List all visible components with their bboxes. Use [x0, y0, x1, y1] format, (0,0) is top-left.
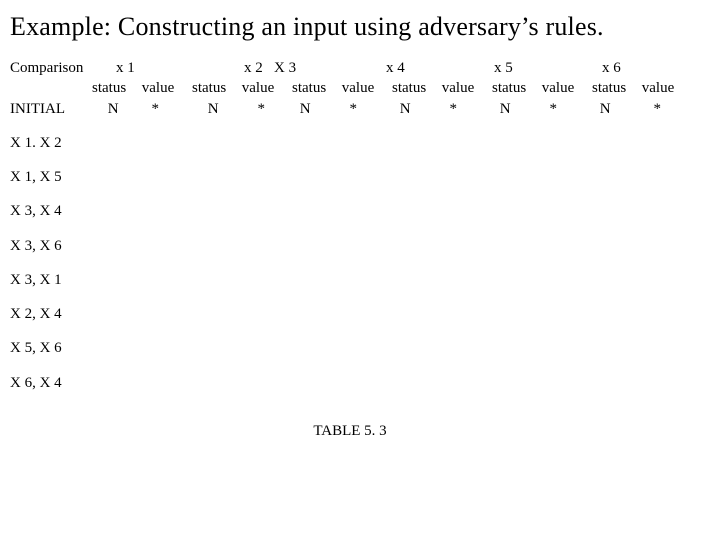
value-header: value	[542, 78, 588, 98]
status-header: status	[92, 78, 138, 98]
col-x4: x 4	[386, 58, 494, 78]
table-row: X 3, X 1	[10, 270, 710, 290]
header-row-1: Comparison x 1 x 2 X 3 x 4 x 5 x 6	[10, 58, 710, 78]
value-header: value	[142, 78, 188, 98]
table-row: X 2, X 4	[10, 304, 710, 324]
initial-label: INITIAL	[10, 99, 92, 119]
col-x6: x 6	[602, 58, 621, 78]
status-header: status	[392, 78, 438, 98]
header-row-2: status value status value status value s…	[10, 78, 710, 98]
cell-value: *	[350, 99, 390, 119]
cell-status: N	[300, 99, 346, 119]
page-title: Example: Constructing an input using adv…	[10, 12, 710, 42]
value-header: value	[242, 78, 288, 98]
col-x2: x 2	[244, 58, 274, 78]
value-header: value	[442, 78, 488, 98]
cell-value: *	[550, 99, 590, 119]
table-row: X 3, X 4	[10, 201, 710, 221]
comparison-header: Comparison	[10, 58, 92, 78]
cell-value: *	[654, 99, 674, 119]
status-header: status	[592, 78, 638, 98]
table-row: X 1, X 5	[10, 167, 710, 187]
value-header: value	[642, 78, 688, 98]
cell-status: N	[600, 99, 650, 119]
table-row: X 1. X 2	[10, 133, 710, 153]
value-header: value	[342, 78, 388, 98]
cell-value: *	[258, 99, 290, 119]
cell-status: N	[108, 99, 148, 119]
table-row: X 3, X 6	[10, 236, 710, 256]
cell-value: *	[450, 99, 490, 119]
col-x1: x 1	[116, 58, 244, 78]
col-x3: X 3	[274, 58, 386, 78]
status-header: status	[192, 78, 238, 98]
initial-row: INITIAL N * N * N * N *	[10, 99, 710, 119]
status-header: status	[292, 78, 338, 98]
col-x5: x 5	[494, 58, 602, 78]
cell-value: *	[152, 99, 192, 119]
table-row: X 5, X 6	[10, 338, 710, 358]
adversary-table: Comparison x 1 x 2 X 3 x 4 x 5 x 6 statu…	[10, 58, 710, 393]
cell-status: N	[500, 99, 546, 119]
table-row: X 6, X 4	[10, 373, 710, 393]
status-header: status	[492, 78, 538, 98]
table-caption: TABLE 5. 3	[0, 423, 710, 440]
cell-status: N	[208, 99, 254, 119]
cell-status: N	[400, 99, 446, 119]
